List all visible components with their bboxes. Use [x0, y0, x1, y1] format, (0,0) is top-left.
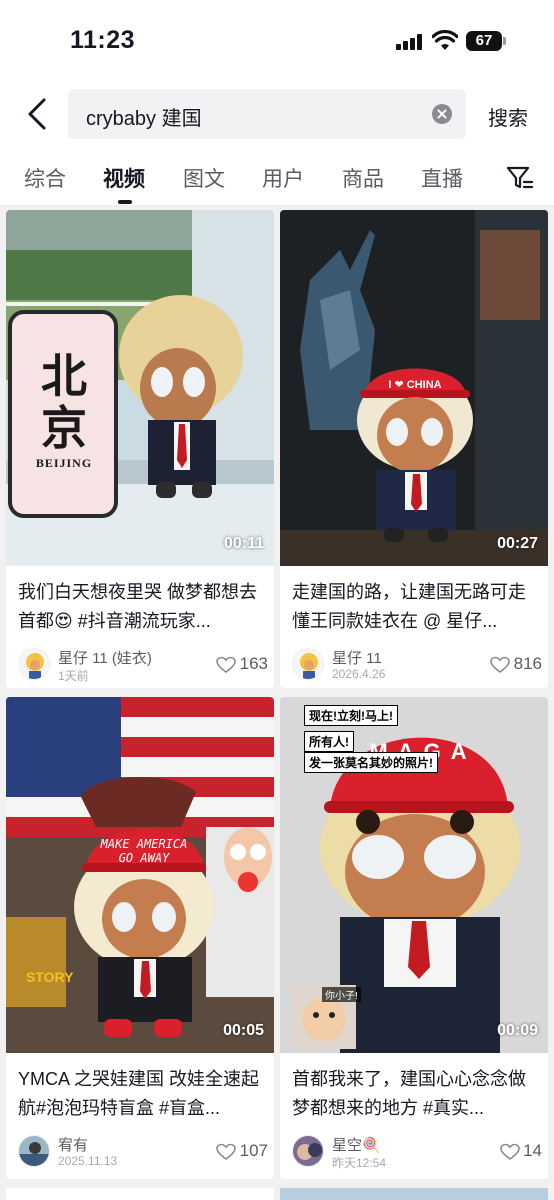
author-row[interactable]: 宥有 2025.11.13 107 — [18, 1133, 268, 1169]
post-date: 2025.11.13 — [58, 1154, 118, 1168]
battery-level: 67 — [466, 31, 502, 51]
author-name: 宥有 — [58, 1137, 89, 1154]
heart-icon[interactable] — [500, 1143, 520, 1161]
like-count: 107 — [239, 1141, 268, 1160]
heart-icon[interactable] — [490, 656, 510, 674]
category-tabs: 综合 视频 图文 用户 商品 直播 — [0, 150, 554, 206]
meme-caption-3: 发一张莫名其妙的照片! — [304, 752, 438, 773]
tab-general[interactable]: 综合 — [24, 163, 66, 193]
sign-text: 北 京 BEIJING — [35, 349, 93, 470]
video-duration: 00:09 — [497, 1022, 538, 1039]
post-date: 昨天12:54 — [332, 1156, 387, 1170]
post-date: 2026.4.26 — [332, 667, 386, 681]
tab-video[interactable]: 视频 — [103, 163, 145, 193]
video-thumbnail[interactable]: 北 京 BEIJING 00:11 — [6, 210, 274, 566]
author-name: 星仔 11 — [332, 650, 382, 667]
back-arrow-icon[interactable] — [22, 96, 52, 132]
search-header: crybaby 建国 搜索 — [0, 80, 554, 150]
status-time: 11:23 — [70, 26, 136, 54]
active-tab-indicator — [118, 200, 132, 204]
author-name: 星空🍭 — [332, 1137, 381, 1154]
status-bar: 11:23 67 — [0, 0, 554, 80]
avatar[interactable] — [292, 1135, 324, 1167]
like-count: 14 — [523, 1141, 542, 1160]
author-name: 星仔 11 (娃衣) — [58, 650, 152, 667]
like-count: 816 — [513, 654, 542, 673]
battery-icon: 67 — [466, 31, 506, 51]
kid-caption: 你小子! — [322, 987, 361, 1002]
heart-icon[interactable] — [216, 1143, 236, 1161]
video-card[interactable]: 北 京 BEIJING 00:11 我们白天想夜里哭 做梦都想去首都😍 #抖音潮… — [6, 210, 274, 688]
filter-icon[interactable] — [506, 165, 534, 191]
video-card-partial[interactable] — [280, 1188, 548, 1200]
tab-users[interactable]: 用户 — [262, 163, 304, 193]
hat-text: I ❤ CHINA — [388, 379, 442, 391]
post-date: 1天前 — [58, 669, 89, 683]
video-thumbnail[interactable]: MAGA 现在!立刻!马上! 所有人! 发一张莫名其妙的照片! 你小子! 00:… — [280, 697, 548, 1053]
video-title[interactable]: 我们白天想夜里哭 做梦都想去首都😍 #抖音潮流玩家... — [18, 578, 266, 636]
video-duration: 00:27 — [497, 535, 538, 552]
author-row[interactable]: 星仔 11 2026.4.26 816 — [292, 646, 542, 682]
tab-image-text[interactable]: 图文 — [183, 163, 225, 193]
signal-icon — [396, 34, 424, 50]
search-button[interactable]: 搜索 — [488, 102, 528, 131]
like-count: 163 — [239, 654, 268, 673]
tab-live[interactable]: 直播 — [421, 163, 463, 193]
author-row[interactable]: 星空🍭 昨天12:54 14 — [292, 1133, 542, 1170]
video-thumbnail[interactable]: I ❤ CHINA 00:27 — [280, 210, 548, 566]
toy-box-text: STORY — [26, 969, 74, 985]
wifi-icon — [432, 30, 458, 50]
search-input[interactable]: crybaby 建国 — [68, 89, 466, 139]
video-card-partial[interactable] — [6, 1188, 274, 1200]
heart-icon[interactable] — [216, 656, 236, 674]
video-card[interactable]: I ❤ CHINA 00:27 走建国的路，让建国无路可走 懂王同款娃衣在 @ … — [280, 210, 548, 688]
avatar[interactable] — [18, 1135, 50, 1167]
video-card[interactable]: MAKE AMERICA GO AWAY STORY 00:05 YMCA 之哭… — [6, 697, 274, 1179]
tab-products[interactable]: 商品 — [342, 163, 384, 193]
video-card[interactable]: MAGA 现在!立刻!马上! 所有人! 发一张莫名其妙的照片! 你小子! 00:… — [280, 697, 548, 1179]
video-thumbnail[interactable]: MAKE AMERICA GO AWAY STORY 00:05 — [6, 697, 274, 1053]
avatar[interactable] — [18, 648, 50, 680]
meme-caption-1: 现在!立刻!马上! — [304, 705, 398, 726]
video-title[interactable]: 走建国的路，让建国无路可走 懂王同款娃衣在 @ 星仔... — [292, 578, 540, 636]
video-title[interactable]: 首都我来了，建国心心念念做梦都想来的地方 #真实... — [292, 1065, 540, 1123]
clear-icon[interactable] — [432, 104, 452, 124]
search-query: crybaby 建国 — [86, 108, 202, 130]
hat-text: MAKE AMERICA GO AWAY — [100, 837, 188, 865]
avatar[interactable] — [292, 648, 324, 680]
video-title[interactable]: YMCA 之哭娃建国 改娃全速起航#泡泡玛特盲盒 #盲盒... — [18, 1065, 266, 1123]
video-duration: 00:11 — [223, 535, 264, 552]
author-row[interactable]: 星仔 11 (娃衣) 1天前 163 — [18, 646, 268, 683]
meme-caption-2: 所有人! — [304, 731, 354, 752]
video-duration: 00:05 — [223, 1022, 264, 1039]
